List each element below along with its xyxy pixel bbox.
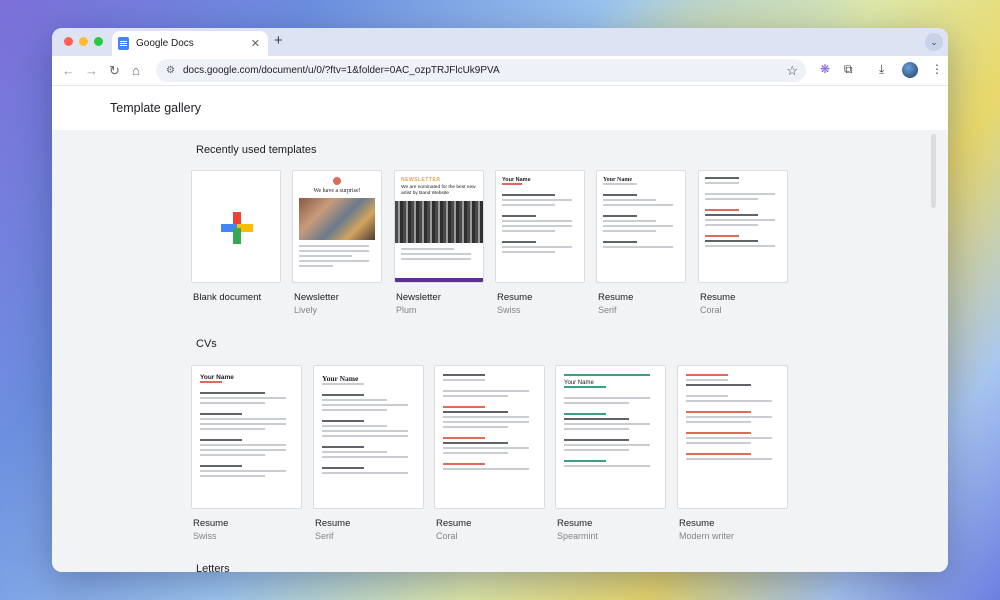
thumb-heading: Your Name bbox=[200, 374, 234, 381]
scrollbar[interactable] bbox=[931, 134, 936, 208]
tab-bar: Google Docs ✕ + ⌄ bbox=[52, 28, 948, 56]
template-thumbnail[interactable]: We have a surprise! bbox=[292, 170, 382, 283]
template-name: Resume bbox=[436, 518, 472, 529]
template-style: Swiss bbox=[193, 531, 217, 541]
template-thumbnail[interactable]: Your Name bbox=[313, 365, 424, 509]
site-info-icon[interactable]: ⚙ bbox=[166, 65, 175, 76]
plum-accent-bar bbox=[395, 278, 483, 282]
address-bar[interactable]: ⚙ docs.google.com/document/u/0/?ftv=1&fo… bbox=[156, 59, 806, 82]
browser-toolbar: ← → ↻ ⌂ ⚙ docs.google.com/document/u/0/?… bbox=[52, 56, 948, 86]
section-title-recent: Recently used templates bbox=[196, 144, 317, 156]
url-text[interactable]: docs.google.com/document/u/0/?ftv=1&fold… bbox=[183, 65, 786, 76]
template-name: Resume bbox=[700, 292, 736, 303]
template-style: Modern writer bbox=[679, 531, 735, 541]
browser-menu-icon[interactable]: ⋮ bbox=[931, 62, 943, 76]
thumb-photo bbox=[299, 198, 375, 240]
section-title-letters: Letters bbox=[196, 563, 230, 572]
section-title-cvs: CVs bbox=[196, 338, 217, 350]
extension-icon[interactable]: ❋ bbox=[820, 62, 830, 76]
template-style: Spearmint bbox=[557, 531, 599, 541]
thumb-heading: Your Name bbox=[603, 177, 633, 183]
template-style: Coral bbox=[700, 305, 722, 315]
thumb-heading: NEWSLETTER bbox=[401, 177, 441, 183]
template-style: Lively bbox=[294, 305, 318, 315]
thumb-heading: Your Name bbox=[502, 177, 531, 183]
bookmark-star-icon[interactable]: ☆ bbox=[786, 63, 798, 79]
tab-google-docs[interactable]: Google Docs ✕ bbox=[112, 31, 268, 56]
template-name: Resume bbox=[497, 292, 533, 303]
forward-button[interactable]: → bbox=[85, 63, 98, 78]
template-name: Resume bbox=[193, 518, 229, 529]
template-thumbnail[interactable] bbox=[677, 365, 788, 509]
minimize-window-button[interactable] bbox=[79, 37, 88, 46]
tab-close-icon[interactable]: ✕ bbox=[251, 37, 260, 50]
template-style: Serif bbox=[315, 531, 334, 541]
download-icon[interactable]: ⤓ bbox=[879, 62, 884, 77]
page-title: Template gallery bbox=[110, 101, 202, 115]
template-thumbnail[interactable] bbox=[434, 365, 545, 509]
thumb-heading: Your Name bbox=[564, 380, 594, 386]
close-window-button[interactable] bbox=[64, 37, 73, 46]
gallery-header: Template gallery bbox=[52, 86, 948, 130]
template-name: Newsletter bbox=[396, 292, 441, 303]
template-thumbnail[interactable]: Your Name bbox=[555, 365, 666, 509]
extensions-puzzle-icon[interactable]: ⧉ bbox=[844, 62, 853, 77]
thumb-heading: We have a surprise! bbox=[313, 188, 361, 194]
thumb-text: We are nominated for the best new artist… bbox=[401, 185, 476, 196]
template-thumbnail[interactable]: Your Name bbox=[596, 170, 686, 283]
template-style: Swiss bbox=[497, 305, 521, 315]
template-thumbnail[interactable]: Your Name bbox=[191, 365, 302, 509]
browser-window: Google Docs ✕ + ⌄ ← → ↻ ⌂ ⚙ docs.google.… bbox=[52, 28, 948, 572]
thumb-heading: Your Name bbox=[322, 374, 359, 383]
template-thumbnail[interactable]: Your Name bbox=[495, 170, 585, 283]
window-controls bbox=[64, 37, 103, 46]
template-thumbnail[interactable] bbox=[698, 170, 788, 283]
template-name: Blank document bbox=[193, 292, 262, 303]
template-style: Plum bbox=[396, 305, 417, 315]
plus-icon bbox=[221, 212, 253, 244]
template-style: Serif bbox=[598, 305, 617, 315]
template-thumbnail[interactable] bbox=[191, 170, 281, 283]
reload-button[interactable]: ↻ bbox=[109, 63, 120, 79]
template-name: Newsletter bbox=[294, 292, 339, 303]
thumb-photo bbox=[395, 201, 483, 243]
docs-favicon-icon bbox=[118, 37, 129, 50]
maximize-window-button[interactable] bbox=[94, 37, 103, 46]
back-button[interactable]: ← bbox=[62, 63, 75, 78]
new-tab-button[interactable]: + bbox=[274, 32, 283, 49]
gallery-body: Recently used templates Blank document W… bbox=[52, 130, 948, 572]
home-button[interactable]: ⌂ bbox=[132, 63, 140, 78]
template-name: Resume bbox=[315, 518, 351, 529]
template-name: Resume bbox=[679, 518, 715, 529]
template-thumbnail[interactable]: NEWSLETTER We are nominated for the best… bbox=[394, 170, 484, 283]
heart-icon bbox=[333, 177, 341, 185]
template-name: Resume bbox=[598, 292, 634, 303]
tab-title: Google Docs bbox=[136, 38, 194, 49]
tab-search-button[interactable]: ⌄ bbox=[925, 33, 943, 51]
profile-avatar[interactable] bbox=[902, 62, 918, 78]
template-style: Coral bbox=[436, 531, 458, 541]
template-name: Resume bbox=[557, 518, 593, 529]
